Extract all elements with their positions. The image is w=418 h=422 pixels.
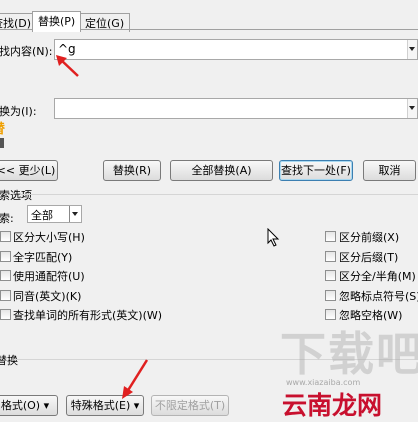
left-edge-mark (0, 138, 4, 148)
left-hint-text: 替 (0, 118, 5, 137)
replace-group-label: 替换 (0, 354, 18, 367)
search-scope-select[interactable]: 全部 (27, 205, 82, 223)
label-all-word-forms: 查找单词的所有形式(英文)(W) (13, 309, 163, 322)
no-formatting-button[interactable]: 不限定格式(T) (151, 395, 229, 416)
replace-button[interactable]: 替换(R) (103, 160, 161, 181)
replace-dropdown-button[interactable] (407, 99, 417, 118)
find-next-button[interactable]: 查找下一处(F) (279, 160, 353, 181)
annotation-arrow-find-icon (56, 55, 79, 77)
format-button[interactable]: 格式(O) ▾ (0, 395, 58, 416)
mouse-cursor-icon (267, 228, 280, 247)
tab-replace[interactable]: 替换(P) (32, 11, 82, 32)
checkbox-match-suffix[interactable] (325, 251, 336, 262)
replace-all-button[interactable]: 全部替换(A) (170, 160, 273, 181)
cancel-button[interactable]: 取消 (363, 160, 416, 181)
checkbox-all-word-forms[interactable] (0, 309, 11, 320)
replace-label: 替换为(I): (0, 105, 37, 118)
label-match-suffix: 区分后缀(T) (339, 251, 399, 264)
watermark-site: 云南龙网 (282, 391, 383, 420)
label-whole-word: 全字匹配(Y) (13, 251, 73, 264)
label-match-prefix: 区分前缀(X) (339, 231, 400, 244)
find-input[interactable]: ^g (54, 39, 418, 60)
replace-input[interactable] (54, 98, 418, 119)
chevron-down-icon (409, 106, 415, 110)
checkbox-match-prefix[interactable] (325, 231, 336, 242)
less-button[interactable]: << 更少(L) (0, 160, 58, 181)
chevron-down-icon (409, 47, 415, 51)
chevron-down-icon (72, 212, 78, 216)
annotation-arrow-special-icon (122, 359, 149, 399)
find-label: 查找内容(N): (0, 45, 53, 58)
label-wildcards: 使用通配符(U) (13, 270, 85, 283)
label-sounds-like: 同音(英文)(K) (13, 290, 82, 303)
search-scope-label: 搜索: (0, 212, 14, 225)
label-ignore-punctuation: 忽略标点符号(S) (339, 290, 418, 303)
checkbox-ignore-punctuation[interactable] (325, 290, 336, 301)
label-match-width: 区分全/半角(M) (339, 270, 416, 283)
search-scope-value: 全部 (31, 209, 53, 222)
checkbox-match-case[interactable] (0, 231, 11, 242)
tab-replace-label: 替换(P) (38, 15, 76, 28)
checkbox-match-width[interactable] (325, 270, 336, 281)
search-scope-dropdown-button[interactable] (69, 206, 81, 222)
search-options-divider (20, 194, 418, 195)
search-options-label: 搜索选项 (0, 189, 32, 202)
watermark-brand: 下载吧 (280, 327, 418, 381)
find-dropdown-button[interactable] (407, 40, 417, 59)
label-match-case: 区分大小写(H) (13, 231, 85, 244)
checkbox-wildcards[interactable] (0, 270, 11, 281)
checkbox-whole-word[interactable] (0, 251, 11, 262)
checkbox-sounds-like[interactable] (0, 290, 11, 301)
